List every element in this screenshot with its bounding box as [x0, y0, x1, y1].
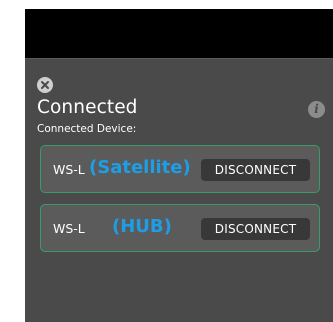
- device-name: WS-L: [53, 162, 85, 177]
- disconnect-button[interactable]: DISCONNECT: [201, 218, 310, 240]
- close-glyph: [41, 81, 49, 89]
- info-icon[interactable]: i: [308, 101, 325, 118]
- dialog-subtitle: Connected Device:: [37, 123, 137, 135]
- dialog-title: Connected: [37, 97, 138, 118]
- device-role: (HUB): [112, 216, 172, 237]
- device-name: WS-L: [53, 221, 85, 236]
- device-role: (Satellite): [89, 157, 191, 178]
- close-icon[interactable]: [37, 77, 53, 93]
- app-screen: Connected Connected Device: i WS-L (Sate…: [25, 9, 333, 322]
- device-card-hub: WS-L (HUB) DISCONNECT: [40, 204, 320, 252]
- connection-dialog: Connected Connected Device: i WS-L (Sate…: [25, 58, 333, 322]
- device-card-satellite: WS-L (Satellite) DISCONNECT: [40, 145, 320, 193]
- disconnect-button[interactable]: DISCONNECT: [201, 159, 310, 181]
